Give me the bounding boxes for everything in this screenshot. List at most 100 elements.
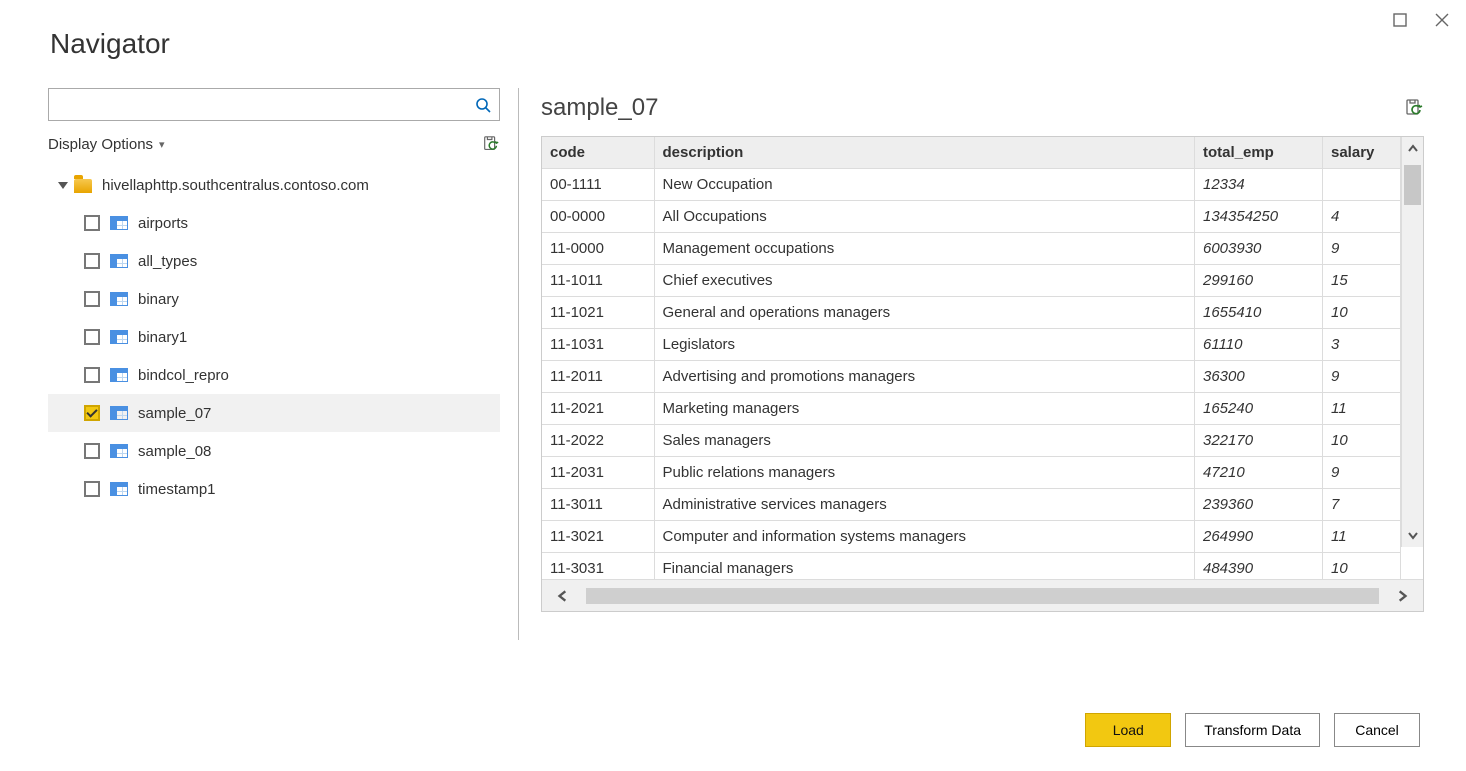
scroll-down-icon[interactable] xyxy=(1402,523,1423,547)
window-close-icon[interactable] xyxy=(1432,10,1452,30)
table-row[interactable]: 11-2011Advertising and promotions manage… xyxy=(542,361,1401,393)
column-header-description[interactable]: description xyxy=(654,137,1195,169)
tree-item-checkbox[interactable] xyxy=(84,367,100,383)
cancel-button[interactable]: Cancel xyxy=(1334,713,1420,747)
chevron-down-icon: ▾ xyxy=(159,138,165,151)
tree-item-label: sample_07 xyxy=(138,405,211,422)
table-row[interactable]: 11-3011Administrative services managers2… xyxy=(542,489,1401,521)
tree-item-binary[interactable]: binary xyxy=(48,280,500,318)
scroll-up-icon[interactable] xyxy=(1402,137,1423,161)
table-row[interactable]: 11-2022Sales managers32217010 xyxy=(542,425,1401,457)
cell-salary: 10 xyxy=(1323,297,1401,329)
tree-item-checkbox[interactable] xyxy=(84,253,100,269)
cell-description: All Occupations xyxy=(654,201,1195,233)
cell-salary: 7 xyxy=(1323,489,1401,521)
cell-total_emp: 12334 xyxy=(1195,169,1323,201)
table-row[interactable]: 11-3031Financial managers48439010 xyxy=(542,553,1401,580)
refresh-tree-icon[interactable] xyxy=(482,135,500,153)
cell-description: Chief executives xyxy=(654,265,1195,297)
table-row[interactable]: 11-2021Marketing managers16524011 xyxy=(542,393,1401,425)
tree-item-sample-07[interactable]: sample_07 xyxy=(48,394,500,432)
tree-item-checkbox[interactable] xyxy=(84,405,100,421)
search-icon[interactable] xyxy=(467,97,499,113)
cell-code: 11-2022 xyxy=(542,425,654,457)
table-icon xyxy=(110,292,128,306)
folder-icon xyxy=(74,179,92,193)
window-maximize-icon[interactable] xyxy=(1390,10,1410,30)
table-row[interactable]: 11-2031Public relations managers472109 xyxy=(542,457,1401,489)
table-row[interactable]: 11-0000Management occupations60039309 xyxy=(542,233,1401,265)
cell-total_emp: 1655410 xyxy=(1195,297,1323,329)
collapse-icon[interactable] xyxy=(58,182,68,189)
tree-item-checkbox[interactable] xyxy=(84,443,100,459)
table-row[interactable]: 00-1111New Occupation12334 xyxy=(542,169,1401,201)
tree-item-checkbox[interactable] xyxy=(84,329,100,345)
table-icon xyxy=(110,406,128,420)
transform-data-button[interactable]: Transform Data xyxy=(1185,713,1320,747)
horizontal-scrollbar[interactable] xyxy=(542,579,1423,611)
cell-total_emp: 484390 xyxy=(1195,553,1323,580)
tree-item-sample-08[interactable]: sample_08 xyxy=(48,432,500,470)
tree-root[interactable]: hivellaphttp.southcentralus.contoso.com xyxy=(48,171,500,200)
cell-salary: 11 xyxy=(1323,521,1401,553)
cell-code: 11-0000 xyxy=(542,233,654,265)
tree-item-label: binary1 xyxy=(138,329,187,346)
column-header-salary[interactable]: salary xyxy=(1323,137,1401,169)
table-icon xyxy=(110,368,128,382)
scroll-thumb[interactable] xyxy=(1404,165,1421,205)
cell-description: Public relations managers xyxy=(654,457,1195,489)
cell-salary: 11 xyxy=(1323,393,1401,425)
tree-item-label: airports xyxy=(138,215,188,232)
cell-description: New Occupation xyxy=(654,169,1195,201)
table-row[interactable]: 11-1031Legislators611103 xyxy=(542,329,1401,361)
table-row[interactable]: 11-1011Chief executives29916015 xyxy=(542,265,1401,297)
vertical-scrollbar[interactable] xyxy=(1401,137,1423,547)
cell-salary xyxy=(1323,169,1401,201)
table-row[interactable]: 11-1021General and operations managers16… xyxy=(542,297,1401,329)
refresh-preview-icon[interactable] xyxy=(1404,98,1424,118)
tree-item-label: all_types xyxy=(138,253,197,270)
cell-description: General and operations managers xyxy=(654,297,1195,329)
tree-item-bindcol-repro[interactable]: bindcol_repro xyxy=(48,356,500,394)
tree-item-binary1[interactable]: binary1 xyxy=(48,318,500,356)
search-input[interactable] xyxy=(49,93,467,117)
tree-item-label: sample_08 xyxy=(138,443,211,460)
navigator-tree-panel: Display Options ▾ hivellaphttp.southcent… xyxy=(48,88,500,640)
tree-item-label: timestamp1 xyxy=(138,481,216,498)
cell-code: 00-0000 xyxy=(542,201,654,233)
table-row[interactable]: 00-0000All Occupations1343542504 xyxy=(542,201,1401,233)
tree-item-all-types[interactable]: all_types xyxy=(48,242,500,280)
cell-salary: 4 xyxy=(1323,201,1401,233)
cell-salary: 3 xyxy=(1323,329,1401,361)
tree-item-checkbox[interactable] xyxy=(84,481,100,497)
tree-item-timestamp1[interactable]: timestamp1 xyxy=(48,470,500,508)
display-options-dropdown[interactable]: Display Options ▾ xyxy=(48,135,500,153)
preview-title: sample_07 xyxy=(541,94,658,122)
cell-salary: 10 xyxy=(1323,553,1401,580)
cell-description: Marketing managers xyxy=(654,393,1195,425)
cell-description: Legislators xyxy=(654,329,1195,361)
table-icon xyxy=(110,254,128,268)
column-header-total_emp[interactable]: total_emp xyxy=(1195,137,1323,169)
table-icon xyxy=(110,444,128,458)
load-button[interactable]: Load xyxy=(1085,713,1171,747)
tree-item-label: bindcol_repro xyxy=(138,367,229,384)
tree-item-label: binary xyxy=(138,291,179,308)
scroll-right-icon[interactable] xyxy=(1381,580,1423,612)
cell-description: Management occupations xyxy=(654,233,1195,265)
cell-code: 11-2021 xyxy=(542,393,654,425)
tree-item-checkbox[interactable] xyxy=(84,291,100,307)
cell-total_emp: 47210 xyxy=(1195,457,1323,489)
column-header-code[interactable]: code xyxy=(542,137,654,169)
tree-item-airports[interactable]: airports xyxy=(48,204,500,242)
cell-code: 11-1021 xyxy=(542,297,654,329)
panel-divider xyxy=(518,88,519,640)
cell-code: 11-3011 xyxy=(542,489,654,521)
scroll-left-icon[interactable] xyxy=(542,580,584,612)
table-row[interactable]: 11-3021Computer and information systems … xyxy=(542,521,1401,553)
scroll-track[interactable] xyxy=(586,588,1379,604)
tree-item-checkbox[interactable] xyxy=(84,215,100,231)
cell-salary: 10 xyxy=(1323,425,1401,457)
cell-total_emp: 264990 xyxy=(1195,521,1323,553)
cell-total_emp: 6003930 xyxy=(1195,233,1323,265)
